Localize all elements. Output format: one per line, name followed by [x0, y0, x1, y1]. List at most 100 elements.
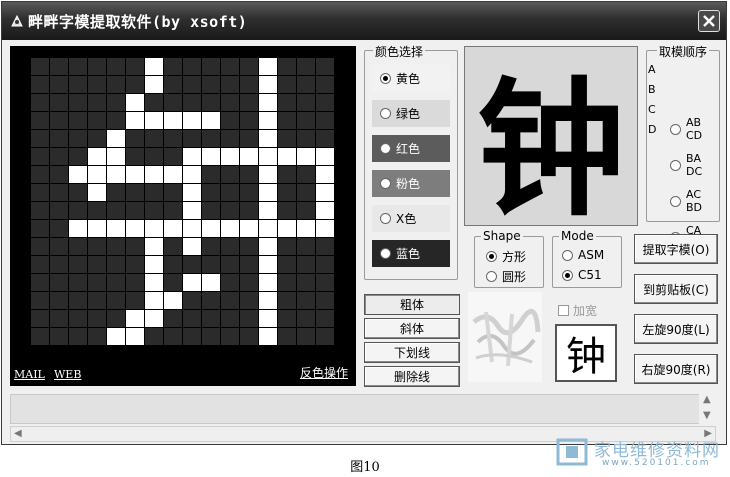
grid-cell[interactable] — [259, 238, 277, 255]
grid-cell[interactable] — [145, 58, 163, 75]
mode-c51-radio[interactable]: C51 — [562, 268, 602, 282]
grid-cell[interactable] — [107, 94, 125, 111]
grid-cell[interactable] — [69, 94, 87, 111]
grid-cell[interactable] — [145, 184, 163, 201]
grid-cell[interactable] — [126, 256, 144, 273]
grid-cell[interactable] — [297, 202, 315, 219]
grid-cell[interactable] — [31, 292, 49, 309]
color-option-3[interactable]: 粉色 — [372, 170, 450, 197]
rotate-right-button[interactable]: 右旋90度(R) — [634, 354, 718, 384]
grid-cell[interactable] — [88, 292, 106, 309]
grid-cell[interactable] — [88, 202, 106, 219]
grid-cell[interactable] — [31, 184, 49, 201]
grid-cell[interactable] — [145, 238, 163, 255]
grid-cell[interactable] — [107, 256, 125, 273]
grid-cell[interactable] — [183, 94, 201, 111]
grid-cell[interactable] — [278, 328, 296, 345]
grid-cell[interactable] — [31, 76, 49, 93]
grid-cell[interactable] — [316, 130, 334, 147]
grid-cell[interactable] — [221, 58, 239, 75]
grid-cell[interactable] — [202, 256, 220, 273]
grid-cell[interactable] — [316, 184, 334, 201]
grid-cell[interactable] — [202, 310, 220, 327]
grid-cell[interactable] — [31, 166, 49, 183]
mail-link[interactable]: MAIL — [14, 368, 45, 381]
grid-cell[interactable] — [145, 310, 163, 327]
grid-cell[interactable] — [164, 328, 182, 345]
grid-cell[interactable] — [240, 76, 258, 93]
grid-cell[interactable] — [221, 220, 239, 237]
grid-cell[interactable] — [183, 76, 201, 93]
scroll-down-icon[interactable]: ▼ — [703, 410, 711, 421]
color-option-4[interactable]: X色 — [372, 205, 450, 232]
grid-cell[interactable] — [297, 112, 315, 129]
grid-cell[interactable] — [316, 292, 334, 309]
grid-cell[interactable] — [240, 274, 258, 291]
grid-cell[interactable] — [202, 130, 220, 147]
grid-cell[interactable] — [316, 166, 334, 183]
grid-cell[interactable] — [316, 238, 334, 255]
grid-cell[interactable] — [278, 148, 296, 165]
grid-cell[interactable] — [297, 256, 315, 273]
grid-cell[interactable] — [202, 148, 220, 165]
grid-cell[interactable] — [145, 130, 163, 147]
grid-cell[interactable] — [259, 202, 277, 219]
grid-cell[interactable] — [221, 94, 239, 111]
grid-cell[interactable] — [164, 220, 182, 237]
grid-cell[interactable] — [183, 238, 201, 255]
grid-cell[interactable] — [259, 256, 277, 273]
grid-cell[interactable] — [240, 328, 258, 345]
color-option-5[interactable]: 蓝色 — [372, 240, 450, 267]
grid-cell[interactable] — [107, 58, 125, 75]
grid-cell[interactable] — [240, 94, 258, 111]
grid-cell[interactable] — [278, 94, 296, 111]
grid-cell[interactable] — [31, 130, 49, 147]
grid-cell[interactable] — [259, 274, 277, 291]
grid-cell[interactable] — [221, 112, 239, 129]
grid-cell[interactable] — [221, 256, 239, 273]
grid-cell[interactable] — [88, 220, 106, 237]
grid-cell[interactable] — [50, 292, 68, 309]
grid-cell[interactable] — [126, 274, 144, 291]
grid-cell[interactable] — [145, 292, 163, 309]
grid-cell[interactable] — [107, 292, 125, 309]
output-textarea[interactable] — [10, 394, 716, 424]
grid-cell[interactable] — [297, 220, 315, 237]
grid-cell[interactable] — [240, 148, 258, 165]
grid-cell[interactable] — [31, 220, 49, 237]
grid-cell[interactable] — [50, 58, 68, 75]
grid-cell[interactable] — [164, 166, 182, 183]
extract-glyph-button[interactable]: 提取字模(O) — [634, 234, 718, 264]
grid-cell[interactable] — [107, 166, 125, 183]
grid-cell[interactable] — [107, 274, 125, 291]
grid-cell[interactable] — [183, 256, 201, 273]
grid-cell[interactable] — [126, 112, 144, 129]
order-option-2[interactable]: AC BD — [670, 188, 702, 214]
grid-cell[interactable] — [183, 58, 201, 75]
shape-circle-radio[interactable]: 圆形 — [486, 268, 526, 285]
grid-cell[interactable] — [297, 76, 315, 93]
grid-cell[interactable] — [240, 220, 258, 237]
grid-cell[interactable] — [69, 202, 87, 219]
grid-cell[interactable] — [69, 310, 87, 327]
grid-cell[interactable] — [316, 148, 334, 165]
grid-cell[interactable] — [164, 58, 182, 75]
scroll-left-icon[interactable]: ◀ — [14, 428, 22, 439]
grid-cell[interactable] — [126, 328, 144, 345]
grid-cell[interactable] — [297, 184, 315, 201]
grid-cell[interactable] — [145, 166, 163, 183]
grid-cell[interactable] — [88, 238, 106, 255]
grid-cell[interactable] — [278, 220, 296, 237]
grid-cell[interactable] — [202, 328, 220, 345]
grid-cell[interactable] — [278, 112, 296, 129]
grid-cell[interactable] — [221, 328, 239, 345]
widen-checkbox[interactable]: 加宽 — [558, 302, 597, 319]
grid-cell[interactable] — [202, 184, 220, 201]
grid-cell[interactable] — [202, 76, 220, 93]
grid-cell[interactable] — [202, 94, 220, 111]
order-option-0[interactable]: AB CD — [670, 116, 702, 142]
grid-cell[interactable] — [316, 256, 334, 273]
grid-cell[interactable] — [240, 112, 258, 129]
color-option-0[interactable]: 黄色 — [372, 65, 450, 92]
grid-cell[interactable] — [50, 202, 68, 219]
